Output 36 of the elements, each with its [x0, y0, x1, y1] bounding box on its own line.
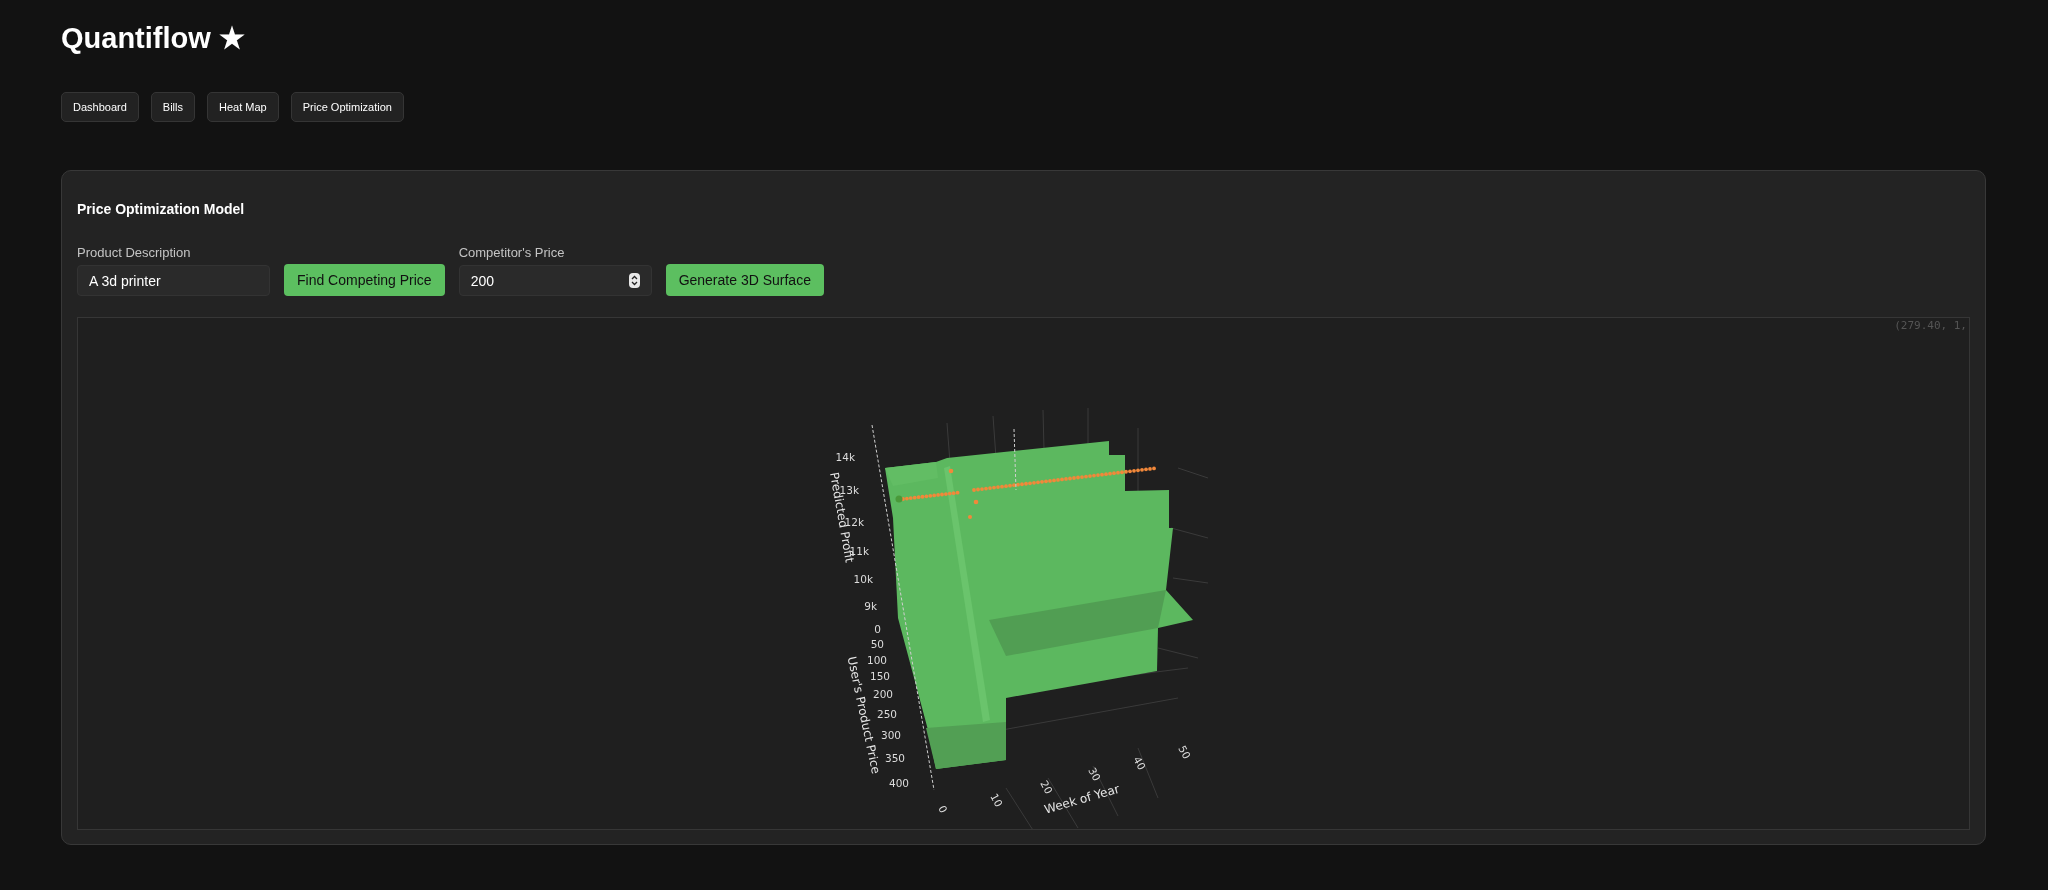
axis-tick-label: 30	[1086, 765, 1104, 783]
axis-tick-label: 400	[888, 777, 909, 789]
axis-tick-label: 50	[870, 638, 884, 650]
field-label: Product Description	[77, 245, 192, 261]
axis-tick-label: 10	[988, 791, 1006, 809]
generate-surface-button[interactable]: Generate 3D Surface	[665, 264, 824, 296]
data-point	[968, 515, 972, 519]
data-point	[895, 495, 903, 503]
axis-tick-label: 10k	[853, 573, 873, 585]
axis-tick-label: 20	[1038, 778, 1056, 796]
axis-tick-label: 200	[872, 688, 893, 700]
axis-tick-label: 150	[869, 670, 890, 682]
axis-tick-label: 14k	[835, 451, 855, 463]
data-point	[973, 499, 979, 505]
axis-tick-label: 300	[880, 729, 901, 741]
nav-button[interactable]: Dashboard	[61, 92, 139, 122]
axis-tick-label: 250	[876, 708, 897, 720]
field-label: Competitor's Price	[458, 245, 566, 261]
app-title: Quantiflow ★	[61, 21, 246, 56]
axis-tick-label: 9k	[864, 600, 877, 612]
panel-title: Price Optimization Model	[77, 200, 246, 219]
axis-tick-label: 350	[884, 752, 905, 764]
nav-button[interactable]: Price Optimization	[290, 92, 404, 122]
axis-tick-label: 0	[936, 803, 950, 815]
find-competing-price-button[interactable]: Find Competing Price	[284, 264, 445, 296]
competitor-price-field[interactable]: 200	[458, 265, 652, 296]
nav-button[interactable]: Bills	[150, 92, 195, 122]
spinner-icon[interactable]	[628, 273, 640, 288]
axis-line	[1013, 428, 1017, 491]
nav-button[interactable]: Heat Map	[207, 92, 279, 122]
axis-tick-label: 100	[866, 654, 887, 666]
axis-tick-label: 50	[1176, 743, 1194, 761]
axis-tick-label: 40	[1131, 754, 1149, 772]
product-description-field[interactable]: A 3d printer	[77, 265, 270, 296]
axis-tick-label: 0	[874, 623, 881, 635]
data-point	[948, 468, 954, 474]
